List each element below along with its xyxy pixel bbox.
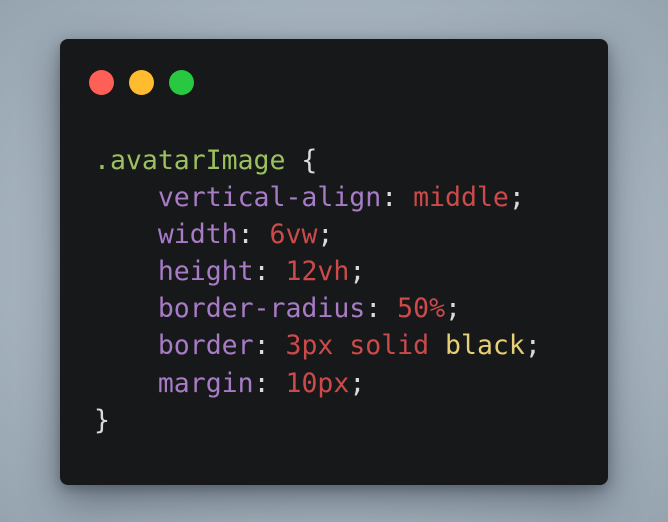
code-line: width: 6vw; — [157, 219, 334, 251]
css-value: 12vh — [285, 256, 350, 288]
open-brace: { — [301, 145, 318, 176]
code-line: height: 12vh; — [157, 256, 366, 288]
css-selector: .avatarImage — [94, 145, 286, 176]
css-keyword: black — [445, 330, 525, 362]
code-block: .avatarImage { vertical-align: middle; w… — [94, 142, 541, 439]
css-property: vertical-align — [157, 182, 382, 214]
css-value: 3px solid — [285, 330, 430, 362]
css-value: 6vw — [269, 219, 318, 251]
css-value: 50% — [397, 293, 446, 325]
css-property: border — [157, 330, 254, 362]
code-line-close: } — [94, 402, 541, 439]
code-window: .avatarImage { vertical-align: middle; w… — [60, 39, 608, 485]
code-line: border-radius: 50%; — [157, 293, 462, 325]
code-line: margin: 10px; — [157, 367, 366, 399]
code-line: vertical-align: middle; — [157, 182, 525, 214]
code-line-selector: .avatarImage { — [94, 142, 541, 179]
minimize-button[interactable] — [129, 70, 154, 95]
code-line: border: 3px solid black; — [157, 330, 541, 362]
css-value: 10px — [285, 367, 350, 399]
maximize-button[interactable] — [169, 70, 194, 95]
close-button[interactable] — [89, 70, 114, 95]
css-property: height — [157, 256, 254, 288]
css-property: width — [157, 219, 238, 251]
css-property: border-radius — [157, 293, 366, 325]
css-property: margin — [157, 367, 254, 399]
close-brace: } — [94, 404, 110, 436]
window-controls — [89, 70, 194, 95]
css-value: middle — [413, 182, 509, 214]
